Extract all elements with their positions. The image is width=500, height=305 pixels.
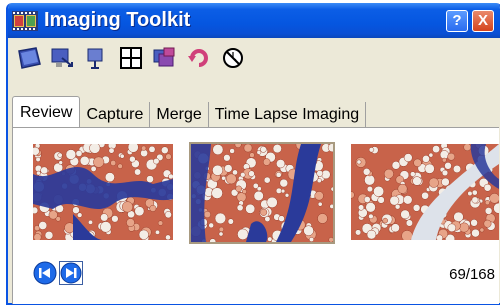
close-button[interactable]: X	[472, 9, 494, 32]
stack-icon[interactable]	[150, 43, 180, 73]
tab-strip: Review Capture Merge Time Lapse Imaging	[12, 96, 367, 128]
grid-icon[interactable]	[116, 43, 146, 73]
slide-icon[interactable]	[14, 43, 44, 73]
thumbnail-3[interactable]	[351, 144, 499, 240]
tab-merge[interactable]: Merge	[150, 102, 209, 128]
tab-time-lapse-imaging[interactable]: Time Lapse Imaging	[208, 102, 367, 128]
review-panel: 69/168	[12, 127, 499, 304]
film-strip-icon	[12, 10, 38, 32]
window-title: Imaging Toolkit	[44, 9, 191, 31]
previous-button[interactable]	[33, 261, 57, 285]
tissue-image	[33, 144, 173, 240]
title-bar[interactable]: Imaging Toolkit ? X	[8, 3, 500, 38]
thumbnail-1[interactable]	[33, 144, 173, 240]
pin-icon[interactable]	[82, 43, 112, 73]
help-button[interactable]: ?	[446, 9, 468, 32]
toolbar	[8, 38, 500, 78]
skip-forward-icon	[60, 262, 82, 284]
next-button[interactable]	[59, 261, 83, 285]
tissue-image	[351, 144, 499, 240]
export-icon[interactable]	[48, 43, 78, 73]
no-sign-icon[interactable]	[218, 43, 248, 73]
skip-back-icon	[33, 261, 57, 285]
rotate-icon[interactable]	[184, 43, 214, 73]
tissue-image	[191, 144, 333, 242]
image-counter: 69/168	[449, 266, 495, 283]
tab-capture[interactable]: Capture	[80, 102, 151, 128]
tab-review[interactable]: Review	[12, 96, 81, 128]
thumbnail-2-selected[interactable]	[189, 142, 335, 244]
